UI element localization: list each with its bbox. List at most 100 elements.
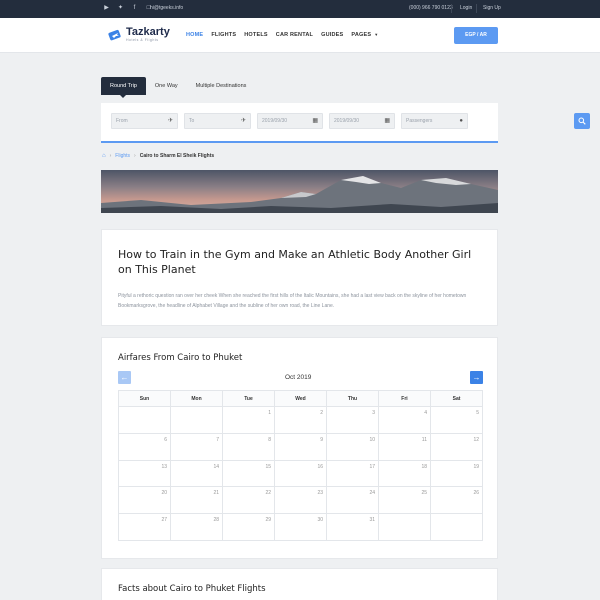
breadcrumb-current: Cairo to Sharm El Sheik Flights: [139, 153, 215, 159]
calendar-day[interactable]: 13: [118, 459, 171, 488]
return-date-field[interactable]: 2019/09/30 ▦: [329, 113, 395, 129]
contact-phone: (000) 966 790 0123: [409, 5, 453, 11]
youtube-icon[interactable]: ▶: [103, 5, 110, 12]
weekday-header: Thu: [326, 390, 379, 407]
article-title: How to Train in the Gym and Make an Athl…: [118, 248, 472, 276]
trip-type-tabs: Round Trip One Way Multiple Destinations: [101, 77, 256, 98]
depart-date-value: 2019/09/30: [262, 118, 288, 124]
breadcrumb: ⌂ › Flights › Cairo to Sharm El Sheik Fl…: [102, 153, 214, 159]
calendar-day[interactable]: 27: [118, 513, 171, 541]
caret-down-icon: ▼: [374, 32, 379, 37]
calendar-day[interactable]: 25: [378, 486, 431, 515]
mountain-landscape: [101, 176, 498, 213]
article-card: How to Train in the Gym and Make an Athl…: [101, 229, 498, 326]
calendar-prev-button[interactable]: ←: [118, 371, 131, 384]
home-icon[interactable]: ⌂: [102, 153, 106, 159]
calendar-day[interactable]: [170, 406, 223, 434]
calendar-day[interactable]: 7: [170, 432, 223, 461]
calendar-day[interactable]: 26: [430, 486, 483, 515]
calendar-day[interactable]: 20: [118, 486, 171, 515]
tab-one-way[interactable]: One Way: [146, 77, 187, 95]
calendar-day[interactable]: 15: [222, 459, 275, 488]
arrow-left-icon: ←: [120, 373, 129, 382]
nav-home[interactable]: HOME: [186, 32, 203, 38]
divider: [476, 4, 477, 13]
arrow-right-icon: →: [472, 373, 481, 382]
logo[interactable]: Tazkarty Hotels & Flights: [108, 27, 170, 42]
nav-pages[interactable]: PAGES ▼: [351, 32, 386, 38]
top-bar: ▶ ✦ f □ hi@tgeeks.info (000) 966 790 012…: [0, 0, 600, 18]
contact-email[interactable]: hi@tgeeks.info: [150, 5, 183, 11]
from-field[interactable]: From ✈: [111, 113, 178, 129]
calendar-day[interactable]: 4: [378, 406, 431, 434]
passengers-field[interactable]: Passengers ●: [401, 113, 468, 129]
calendar-day[interactable]: [118, 406, 171, 434]
calendar-day[interactable]: 14: [170, 459, 223, 488]
tab-multiple-destinations[interactable]: Multiple Destinations: [187, 77, 256, 95]
login-link[interactable]: Login: [460, 5, 472, 11]
calendar-month: Oct 2019: [285, 374, 312, 381]
twitter-icon[interactable]: ✦: [117, 5, 124, 12]
calendar-day[interactable]: 22: [222, 486, 275, 515]
calendar-day[interactable]: 31: [326, 513, 379, 541]
calendar-day[interactable]: 8: [222, 432, 275, 461]
chevron-right-icon: ›: [109, 153, 112, 159]
calendar-day[interactable]: 12: [430, 432, 483, 461]
search-button[interactable]: [574, 113, 590, 129]
calendar-day[interactable]: 5: [430, 406, 483, 434]
signup-link[interactable]: Sign Up: [483, 5, 501, 11]
calendar-day[interactable]: 21: [170, 486, 223, 515]
from-placeholder: From: [116, 118, 128, 124]
currency-button[interactable]: EGP / AR: [454, 27, 498, 44]
article-body: Pityful a rethoric question ran over her…: [118, 293, 467, 309]
social-links: ▶ ✦ f □: [103, 5, 152, 12]
calendar-day[interactable]: 30: [274, 513, 327, 541]
main-nav: HOME FLIGHTS HOTELS CAR RENTAL GUIDES PA…: [186, 32, 394, 38]
calendar-day[interactable]: 18: [378, 459, 431, 488]
calendar-day[interactable]: 10: [326, 432, 379, 461]
week-row: 27 28 29 30 31: [118, 513, 483, 541]
nav-flights[interactable]: FLIGHTS: [211, 32, 236, 38]
main-header: Tazkarty Hotels & Flights HOME FLIGHTS H…: [0, 18, 600, 53]
nav-guides[interactable]: GUIDES: [321, 32, 343, 38]
calendar-day[interactable]: 28: [170, 513, 223, 541]
calendar-day[interactable]: 6: [118, 432, 171, 461]
calendar-day[interactable]: [430, 513, 483, 541]
facts-title: Facts about Cairo to Phuket Flights: [118, 584, 266, 594]
weekday-header: Sun: [118, 390, 171, 407]
nav-hotels[interactable]: HOTELS: [244, 32, 268, 38]
breadcrumb-flights[interactable]: Flights: [115, 153, 130, 159]
calendar-day[interactable]: 19: [430, 459, 483, 488]
week-row: 13 14 15 16 17 18 19: [118, 459, 483, 488]
calendar-day[interactable]: 2: [274, 406, 327, 434]
destination-banner-image: [101, 170, 498, 213]
calendar-day[interactable]: 17: [326, 459, 379, 488]
chevron-right-icon: ›: [134, 153, 136, 159]
calendar-day[interactable]: 3: [326, 406, 379, 434]
calendar-day[interactable]: [378, 513, 431, 541]
weekday-header: Tue: [222, 390, 275, 407]
calendar-icon: ▦: [384, 118, 390, 124]
to-placeholder: To: [189, 118, 195, 124]
user-icon: ●: [459, 118, 463, 124]
calendar-day[interactable]: 24: [326, 486, 379, 515]
nav-pages-label: PAGES: [351, 32, 372, 38]
plane-landing-icon: ✈: [240, 118, 246, 124]
calendar-day[interactable]: 11: [378, 432, 431, 461]
calendar-grid: Sun Mon Tue Wed Thu Fri Sat 1 2 3 4 5 6: [118, 390, 483, 541]
calendar-next-button[interactable]: →: [470, 371, 483, 384]
calendar-day[interactable]: 9: [274, 432, 327, 461]
return-date-value: 2019/09/30: [334, 118, 360, 124]
nav-car-rental[interactable]: CAR RENTAL: [276, 32, 313, 38]
airfares-card: Airfares From Cairo to Phuket ← Oct 2019…: [101, 337, 498, 559]
facebook-icon[interactable]: f: [131, 5, 138, 12]
weekday-row: Sun Mon Tue Wed Thu Fri Sat: [118, 390, 483, 407]
calendar-day[interactable]: 16: [274, 459, 327, 488]
calendar-day[interactable]: 1: [222, 406, 275, 434]
depart-date-field[interactable]: 2019/09/30 ▦: [257, 113, 323, 129]
airfares-title: Airfares From Cairo to Phuket: [118, 353, 243, 363]
calendar-day[interactable]: 29: [222, 513, 275, 541]
tab-round-trip[interactable]: Round Trip: [101, 77, 146, 98]
to-field[interactable]: To ✈: [184, 113, 251, 129]
calendar-day[interactable]: 23: [274, 486, 327, 515]
